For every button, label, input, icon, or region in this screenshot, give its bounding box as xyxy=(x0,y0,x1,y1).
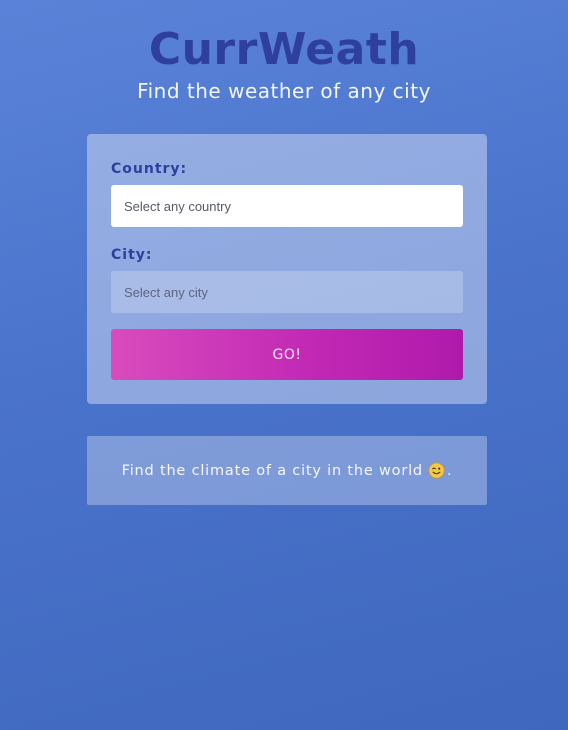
city-select[interactable]: Select any city xyxy=(111,271,463,313)
search-form-card: Country: Select any country City: Select… xyxy=(87,134,487,404)
app-subtitle: Find the weather of any city xyxy=(137,79,431,103)
info-message: Find the climate of a city in the world xyxy=(121,462,423,479)
header: CurrWeath Find the weather of any city xyxy=(0,24,568,104)
country-select-placeholder: Select any country xyxy=(124,198,231,214)
winking-face-icon xyxy=(428,462,445,479)
country-select[interactable]: Select any country xyxy=(111,185,463,227)
info-trailing: . xyxy=(446,462,453,479)
info-message-card: Find the climate of a city in the world … xyxy=(87,436,487,505)
city-label: City: xyxy=(111,247,153,263)
app-title: CurrWeath xyxy=(148,24,420,75)
go-button[interactable]: GO! xyxy=(111,329,463,380)
country-label: Country: xyxy=(111,161,188,177)
city-select-placeholder: Select any city xyxy=(124,284,208,300)
